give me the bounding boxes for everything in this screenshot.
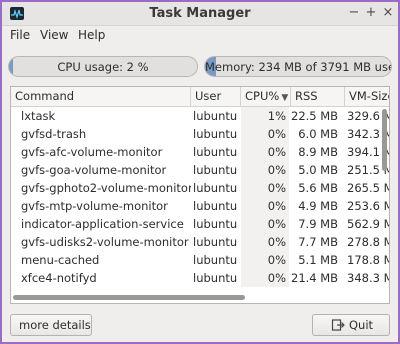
horizontal-scrollbar[interactable]	[13, 295, 245, 300]
cell-cpu: 0%	[241, 215, 289, 233]
cell-user: lubuntu	[193, 145, 238, 159]
cell-user: lubuntu	[193, 235, 238, 249]
task-manager-window: Task Manager − + × File View Help CPU us…	[0, 0, 400, 344]
table-row[interactable]: gvfs-mtp-volume-monitor lubuntu 0% 4.9 MB 25…	[11, 197, 389, 215]
menu-help[interactable]: Help	[78, 28, 105, 42]
cell-vmsize: 178.8 MB	[347, 253, 389, 267]
column-header-cpu[interactable]: CPU% ▼	[241, 87, 291, 107]
cell-rss: 5.1 MB	[298, 253, 338, 267]
cell-vmsize: 348.3 MB	[347, 271, 389, 285]
quit-icon	[331, 318, 345, 332]
column-header-vmsize[interactable]: VM-Size	[345, 87, 389, 107]
cell-user: lubuntu	[193, 217, 238, 231]
table-row[interactable]: menu-cached lubuntu0% 5.1 MB 178.8 MB	[11, 251, 389, 269]
cell-vmsize: 278.8 MB	[347, 235, 389, 249]
cell-rss: 22.5 MB	[291, 109, 339, 123]
cell-rss: 5.6 MB	[298, 181, 338, 195]
table-row[interactable]: xfce4-notifyd lubuntu0%21.4 MB 348.3 MB	[11, 269, 389, 287]
cell-command: gvfs-udisks2-volume-monitor	[21, 235, 189, 249]
cell-user: lubuntu	[193, 271, 238, 285]
cpu-usage-bar: CPU usage: 2 %	[8, 56, 198, 77]
menu-bar: File View Help	[2, 26, 398, 45]
column-header-command[interactable]: Command	[11, 87, 191, 107]
menu-file[interactable]: File	[10, 28, 30, 42]
cell-cpu: 0%	[241, 161, 289, 179]
table-row[interactable]: gvfs-afc-volume-monitor lubuntu 0% 8.9 MB 39…	[11, 143, 389, 161]
cell-vmsize: 562.9 MB	[347, 217, 389, 231]
cell-rss: 7.9 MB	[298, 217, 338, 231]
process-rows: lxtasklubuntu1%22.5 MB329.6 MBgvfsd-tras…	[11, 107, 389, 287]
cell-cpu: 1%	[241, 107, 289, 125]
process-table[interactable]: Command User CPU% ▼ RSS VM-Size lxtask lub…	[10, 86, 390, 304]
cell-rss: 21.4 MB	[291, 271, 339, 285]
column-header-rss[interactable]: RSS	[291, 87, 345, 107]
table-row[interactable]: indicator-application-service lubuntu 0% 7.…	[11, 215, 389, 233]
title-bar[interactable]: Task Manager − + ×	[2, 2, 398, 26]
cell-user: lubuntu	[193, 127, 238, 141]
memory-usage-label: Memory: 234 MB of 3791 MB used	[205, 60, 392, 74]
close-button[interactable]: ×	[380, 5, 396, 21]
cpu-usage-label: CPU usage: 2 %	[57, 60, 149, 74]
column-header-user[interactable]: User	[191, 87, 241, 107]
sort-descending-icon: ▼	[281, 93, 289, 103]
cell-command: gvfsd-trash	[21, 127, 87, 141]
table-row[interactable]: gvfs-goa-volume-monitor lubuntu 0% 5.0 MB 25…	[11, 161, 389, 179]
cell-command: menu-cached	[21, 253, 100, 267]
cell-rss: 5.0 MB	[298, 163, 338, 177]
cell-user: lubuntu	[193, 199, 238, 213]
cell-vmsize: 265.5 MB	[347, 181, 389, 195]
cell-cpu: 0%	[241, 125, 289, 143]
cell-user: lubuntu	[193, 181, 238, 195]
menu-view[interactable]: View	[40, 28, 68, 42]
quit-button[interactable]: Quit	[312, 314, 390, 336]
table-row[interactable]: gvfsd-trashlubuntu0%6.0 MB342.3 MB	[11, 125, 389, 143]
cell-rss: 7.7 MB	[298, 235, 338, 249]
cell-vmsize: 253.6 MB	[347, 199, 389, 213]
cell-rss: 8.9 MB	[298, 145, 338, 159]
vertical-scrollbar[interactable]	[382, 109, 387, 171]
cell-cpu: 0%	[241, 251, 289, 269]
table-header: Command User CPU% ▼ RSS VM-Size	[11, 87, 389, 107]
cell-command: xfce4-notifyd	[21, 271, 97, 285]
table-row[interactable]: gvfs-udisks2-volume-monitor lubuntu 0% 7.7 …	[11, 233, 389, 251]
more-details-button[interactable]: more details	[10, 314, 92, 336]
cell-command: gvfs-afc-volume-monitor	[21, 145, 163, 159]
window-title: Task Manager	[149, 6, 251, 21]
cell-command: indicator-application-service	[21, 217, 184, 231]
cell-command: gvfs-gphoto2-volume-monitor	[21, 181, 191, 195]
table-row[interactable]: gvfs-gphoto2-volume-monitor lubuntu 0% 5.6 …	[11, 179, 389, 197]
cell-cpu: 0%	[241, 179, 289, 197]
cell-user: lubuntu	[193, 253, 238, 267]
cell-cpu: 0%	[241, 143, 289, 161]
memory-usage-bar: Memory: 234 MB of 3791 MB used	[204, 56, 392, 77]
cell-cpu: 0%	[241, 269, 289, 287]
maximize-button[interactable]: +	[363, 5, 379, 21]
cell-command: lxtask	[21, 109, 56, 123]
cell-user: lubuntu	[193, 163, 238, 177]
cell-cpu: 0%	[241, 197, 289, 215]
minimize-button[interactable]: −	[346, 5, 362, 21]
cell-user: lubuntu	[193, 109, 238, 123]
cell-cpu: 0%	[241, 233, 289, 251]
cell-rss: 4.9 MB	[298, 199, 338, 213]
cell-rss: 6.0 MB	[298, 127, 338, 141]
cell-command: gvfs-goa-volume-monitor	[21, 163, 167, 177]
cell-command: gvfs-mtp-volume-monitor	[21, 199, 168, 213]
table-row[interactable]: lxtasklubuntu1%22.5 MB329.6 MB	[11, 107, 389, 125]
